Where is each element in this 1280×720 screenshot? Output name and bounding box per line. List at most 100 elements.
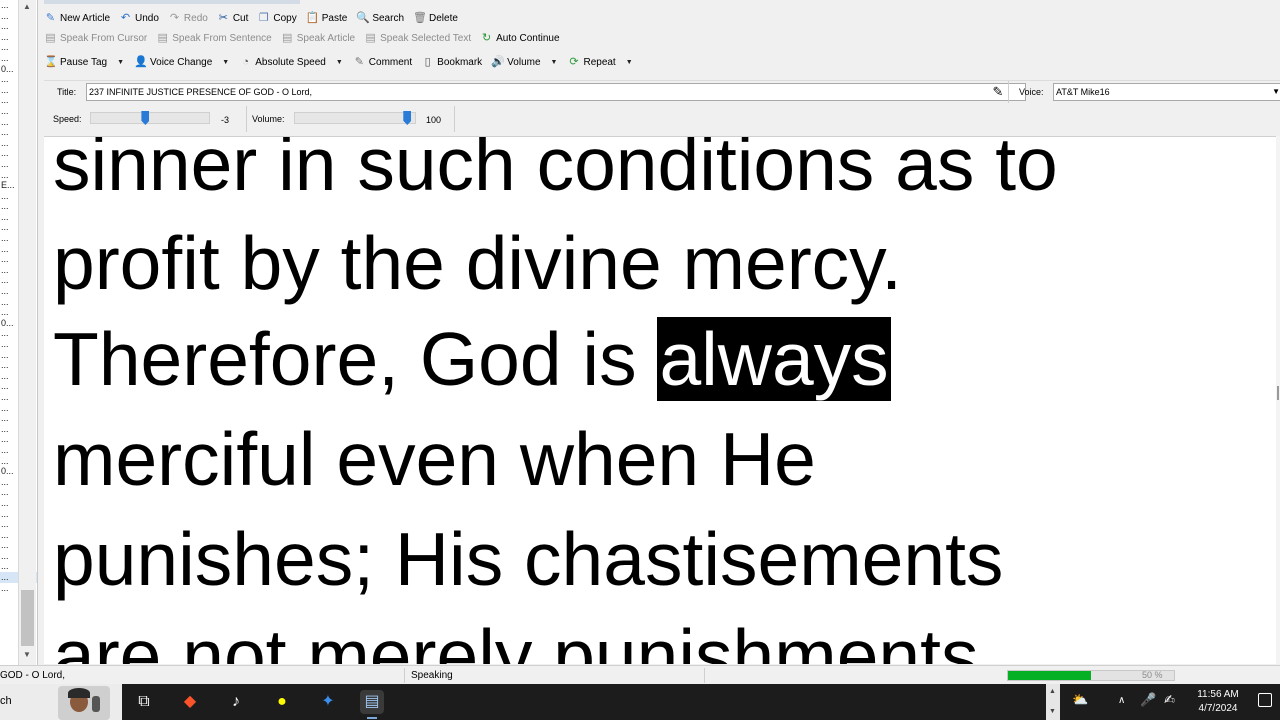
cut-button[interactable]: ✂ Cut [217, 12, 249, 25]
repeat-dropdown-icon[interactable]: ▼ [626, 59, 633, 66]
comment-button[interactable]: ✎ Comment [353, 56, 412, 69]
voice-label: Voice: [1019, 87, 1044, 97]
voice-change-dropdown-icon[interactable]: ▼ [222, 59, 229, 66]
chevron-up-icon: ▲ [1049, 688, 1056, 695]
title-bar-row: Title: 237 INFINITE JUSTICE PRESENCE OF … [44, 80, 1280, 103]
absolute-speed-button[interactable]: ◔ Absolute Speed [239, 55, 326, 69]
delete-button[interactable]: 🗑 Delete [413, 12, 458, 25]
speed-slider[interactable] [90, 111, 210, 125]
voice-change-button[interactable]: 👤 Voice Change [134, 56, 212, 69]
speech-progress-bar: 50 % [1007, 670, 1175, 681]
auto-continue-button[interactable]: ↻ Auto Continue [480, 32, 560, 45]
copy-label: Copy [273, 12, 297, 24]
speak-from-sentence-button[interactable]: ▤ Speak From Sentence [156, 32, 272, 45]
scroll-down-icon[interactable]: ▼ [23, 650, 31, 659]
pause-tag-dropdown-icon[interactable]: ▼ [117, 59, 124, 66]
redo-button[interactable]: ↷ Redo [168, 12, 208, 25]
volume-dropdown-icon[interactable]: ▼ [551, 59, 558, 66]
speed-label: Speed: [53, 114, 82, 124]
article-list-scrollbar[interactable]: ▲ ▼ [18, 0, 36, 665]
tray-scroll[interactable]: ▲ ▼ [1046, 684, 1060, 720]
hair-shape [68, 688, 90, 698]
voice-select-value: AT&T Mike16 [1056, 87, 1110, 97]
app-icon[interactable]: ✦ [316, 690, 340, 714]
divider [454, 106, 455, 132]
volume-button[interactable]: 🔊 Volume [491, 56, 540, 69]
bookmark-label: Bookmark [437, 56, 483, 68]
show-hidden-icons-icon[interactable]: ∧ [1118, 695, 1125, 706]
speak-from-sentence-label: Speak From Sentence [172, 32, 272, 44]
voice-select[interactable]: AT&T Mike16 ▼ [1053, 83, 1280, 101]
title-label: Title: [57, 87, 77, 97]
paste-button[interactable]: 📋 Paste [306, 12, 348, 25]
pencil-icon[interactable]: ✎ [990, 84, 1006, 100]
tiktok-icon[interactable]: ♪ [224, 690, 248, 714]
speak-from-cursor-button[interactable]: ▤ Speak From Cursor [44, 32, 147, 45]
repeat-button[interactable]: ⟳ Repeat [567, 56, 615, 69]
new-article-button[interactable]: ✎ New Article [44, 12, 110, 25]
reader-scrollbar[interactable] [1276, 136, 1280, 664]
speak-selected-text-button[interactable]: ▤ Speak Selected Text [364, 32, 471, 45]
title-field[interactable]: 237 INFINITE JUSTICE PRESENCE OF GOD - O… [86, 83, 1026, 101]
delete-label: Delete [429, 12, 458, 24]
undo-button[interactable]: ↶ Undo [119, 12, 159, 25]
comment-icon: ✎ [354, 55, 364, 68]
taskbar-search[interactable]: ch [0, 684, 122, 720]
notification-icon[interactable] [1258, 693, 1272, 707]
absolute-speed-label: Absolute Speed [255, 56, 326, 68]
search-icon: 🔍 [356, 11, 371, 24]
person-icon: 👤 [134, 55, 148, 68]
scroll-up-icon[interactable]: ▲ [23, 2, 31, 11]
bookmark-button[interactable]: ▯ Bookmark [421, 55, 483, 69]
highlighted-word: always [657, 317, 891, 401]
new-article-label: New Article [60, 12, 111, 24]
speedometer-icon: ◔ [242, 55, 250, 68]
pen-tray-icon[interactable]: ✍ [1164, 692, 1175, 708]
scroll-marker [1277, 386, 1279, 400]
search-text: ch [0, 695, 12, 707]
bookmark-icon: ▯ [424, 55, 431, 68]
status-state: Speaking [411, 670, 453, 681]
speak-article-label: Speak Article [296, 32, 356, 44]
comment-label: Comment [368, 56, 413, 68]
divider [704, 668, 705, 683]
speak-selection-icon: ▤ [365, 31, 376, 44]
speak-from-cursor-label: Speak From Cursor [60, 32, 148, 44]
task-view-icon[interactable]: ⧉ [132, 690, 156, 714]
brave-browser-icon[interactable]: ◆ [178, 690, 202, 714]
voice-toolbar: ⌛ Pause Tag ▼ 👤 Voice Change ▼ ◔ Absolute S… [44, 52, 643, 72]
status-article-title: GOD - O Lord, [0, 670, 66, 681]
clock-time: 11:56 AM [1197, 689, 1239, 700]
speak-article-button[interactable]: ▤ Speak Article [281, 32, 355, 45]
search-label: Search [372, 12, 405, 24]
speed-slider-thumb[interactable] [141, 111, 150, 125]
text-segment: Therefore, God is [53, 317, 658, 401]
volume-label: Volume [507, 56, 541, 68]
microphone-tray-icon[interactable]: 🎤 [1140, 692, 1156, 708]
hourglass-icon: ⌛ [44, 55, 58, 68]
search-button[interactable]: 🔍 Search [356, 12, 404, 25]
snapchat-icon[interactable]: ● [270, 690, 294, 714]
tab-strip [44, 0, 300, 4]
text-line: Therefore, God is always [53, 310, 891, 408]
volume-slider[interactable] [294, 111, 416, 125]
auto-continue-label: Auto Continue [496, 32, 560, 44]
text-line: sinner in such conditions as to [53, 136, 1058, 206]
volume-slider-thumb[interactable] [403, 111, 412, 125]
divider [404, 668, 405, 683]
weather-icon[interactable]: ⛅ [1072, 692, 1088, 708]
cut-label: Cut [232, 12, 249, 24]
redo-icon: ↷ [169, 11, 180, 24]
speed-value: -3 [221, 115, 230, 125]
scroll-thumb[interactable] [21, 590, 34, 646]
copy-button[interactable]: ❐ Copy [257, 12, 297, 25]
speak-toolbar: ▤ Speak From Cursor ▤ Speak From Sentence … [44, 28, 569, 48]
article-text-area[interactable]: sinner in such conditions as to profit b… [44, 136, 1280, 664]
pause-tag-button[interactable]: ⌛ Pause Tag [44, 56, 107, 69]
progress-fill [1008, 671, 1091, 680]
text-to-speech-app-icon[interactable]: ▤ [360, 690, 384, 719]
speak-cursor-icon: ▤ [45, 31, 56, 44]
absolute-speed-dropdown-icon[interactable]: ▼ [336, 59, 343, 66]
progress-label: 50 % [1142, 670, 1163, 680]
system-clock[interactable]: 11:56 AM 4/7/2024 [1190, 688, 1246, 716]
